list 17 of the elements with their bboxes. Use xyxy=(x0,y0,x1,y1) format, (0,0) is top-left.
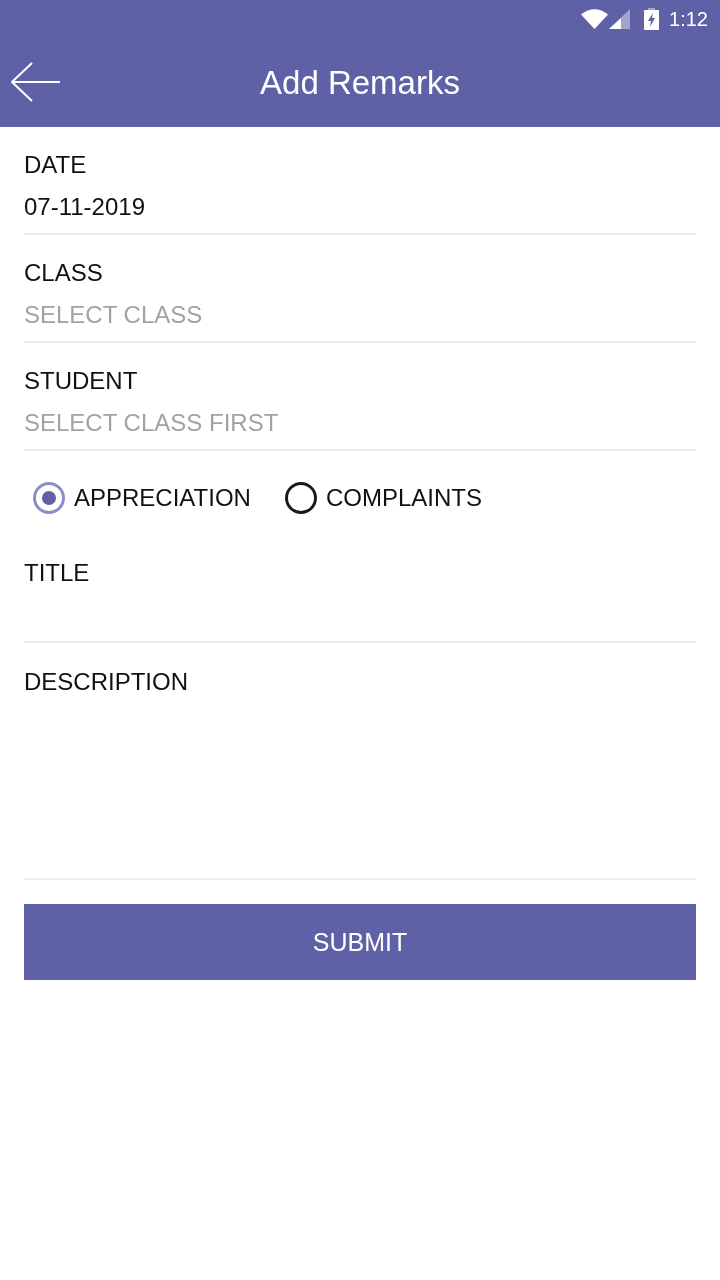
battery-charging-icon xyxy=(644,8,660,30)
back-button[interactable] xyxy=(11,62,61,102)
back-arrow-icon xyxy=(11,62,61,102)
submit-button[interactable]: SUBMIT xyxy=(24,904,696,980)
screen-title: Add Remarks xyxy=(260,62,460,103)
field-label: DATE xyxy=(24,150,87,180)
field-label: CLASS xyxy=(24,258,103,288)
status-time: 1:12 xyxy=(669,7,708,31)
input-field[interactable]: SELECT CLASS xyxy=(24,289,696,343)
field-label: STUDENT xyxy=(24,366,138,396)
radio-option[interactable]: COMPLAINTS xyxy=(284,482,482,514)
radio-option[interactable]: APPRECIATION xyxy=(33,482,251,514)
field-label: TITLE xyxy=(24,558,90,588)
input-field[interactable]: SELECT CLASS FIRST xyxy=(24,397,696,451)
field-label: DESCRIPTION xyxy=(24,667,188,697)
input-field[interactable]: 07-11-2019 xyxy=(24,181,696,235)
signal-icon xyxy=(609,9,631,29)
